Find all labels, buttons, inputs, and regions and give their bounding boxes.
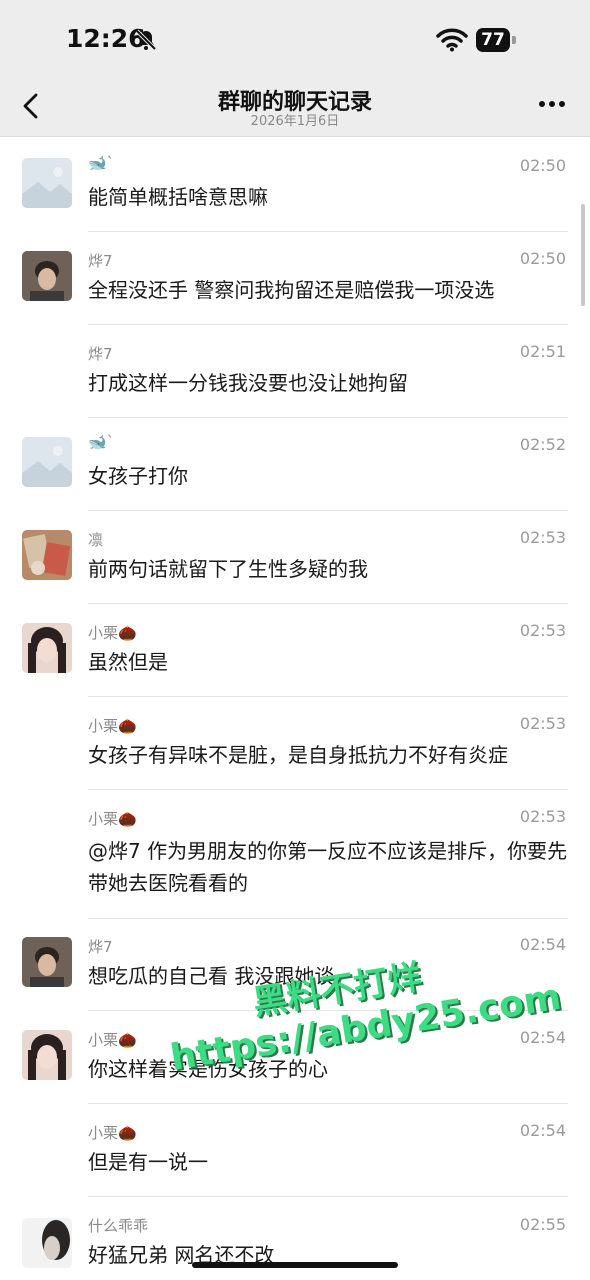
avatar[interactable] [22, 623, 72, 673]
message-text: 能简单概括啥意思嘛 [88, 185, 268, 209]
sender-name: 小栗🌰 [88, 717, 137, 735]
sender-name: 小栗🌰 [88, 1124, 137, 1142]
sender-name: 烨7 [88, 345, 113, 363]
message-time: 02:53 [519, 528, 566, 547]
divider [88, 918, 568, 919]
sender-name: 烨7 [88, 938, 113, 956]
message-time: 02:51 [519, 342, 566, 361]
divider [88, 417, 568, 418]
battery-icon: 77 [476, 28, 516, 52]
divider [88, 510, 568, 511]
message-time: 02:54 [519, 935, 566, 954]
bell-muted-icon [135, 29, 157, 51]
message-text: 想吃瓜的自己看 我没跟她谈 [88, 964, 335, 988]
sender-name: 凛 [88, 531, 104, 549]
message-text: 虽然但是 [88, 650, 168, 674]
avatar[interactable] [22, 251, 72, 301]
more-dots-icon[interactable] [536, 92, 568, 116]
wifi-icon [436, 28, 468, 52]
avatar[interactable] [22, 1218, 72, 1268]
home-indicator[interactable] [192, 1262, 398, 1268]
status-bar: 12:26 77 [0, 0, 590, 80]
message-text: 女孩子有异味不是脏，是自身抵抗力不好有炎症 [88, 743, 508, 767]
avatar[interactable] [22, 158, 72, 208]
message-time: 02:53 [519, 807, 566, 826]
divider [88, 231, 568, 232]
message-time: 02:54 [519, 1028, 566, 1047]
message-time: 02:53 [519, 714, 566, 733]
message-text: @烨7 作为男朋友的你第一反应不应该是排斥，你要先带她去医院看看的 [88, 839, 568, 895]
divider [88, 789, 568, 790]
sender-name: 什么乖乖 [88, 1217, 149, 1235]
message-text: 你这样着实是伤女孩子的心 [88, 1057, 328, 1081]
message-time: 02:53 [519, 621, 566, 640]
message-time: 02:52 [519, 435, 566, 454]
avatar[interactable] [22, 937, 72, 987]
divider [88, 1010, 568, 1011]
sender-name: 🐋` [88, 433, 115, 451]
sender-name: 小栗🌰 [88, 810, 137, 828]
message-text: 前两句话就留下了生性多疑的我 [88, 557, 368, 581]
divider [88, 696, 568, 697]
battery-level: 77 [481, 30, 505, 50]
avatar[interactable] [22, 1030, 72, 1080]
message-time: 02:55 [519, 1215, 566, 1234]
message-time: 02:50 [519, 249, 566, 268]
message-text: 全程没还手 警察问我拘留还是赔偿我一项没选 [88, 278, 495, 302]
sender-name: 小栗🌰 [88, 1031, 137, 1049]
sender-name: 小栗🌰 [88, 624, 137, 642]
sender-name: 🐋` [88, 154, 115, 172]
message-time: 02:54 [519, 1121, 566, 1140]
divider [88, 324, 568, 325]
page-date: 2026年1月6日 [250, 114, 340, 129]
message-text: 但是有一说一 [88, 1150, 208, 1174]
divider [88, 1103, 568, 1104]
message-text: 女孩子打你 [88, 464, 188, 488]
avatar[interactable] [22, 437, 72, 487]
message-time: 02:50 [519, 156, 566, 175]
sender-name: 烨7 [88, 252, 113, 270]
divider [88, 603, 568, 604]
message-text: 打成这样一分钱我没要也没让她拘留 [88, 371, 408, 395]
scrollbar[interactable] [581, 204, 585, 306]
avatar[interactable] [22, 530, 72, 580]
divider [88, 1196, 568, 1197]
nav-bar: 群聊的聊天记录 2026年1月6日 [0, 80, 590, 137]
